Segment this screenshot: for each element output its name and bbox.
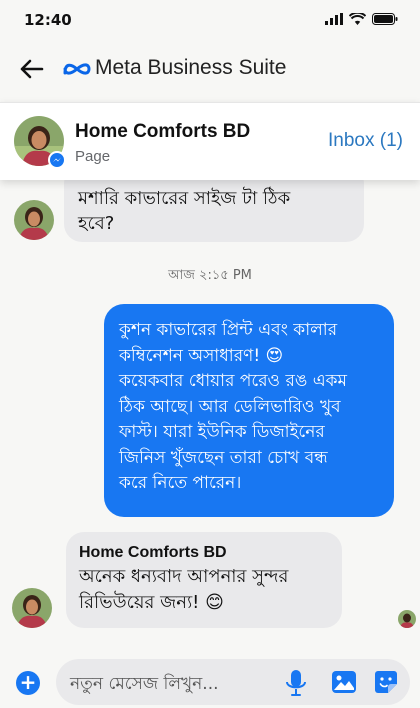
page-type: Page [75,148,111,165]
page-name[interactable]: Home Comforts BD [75,121,250,143]
sticker-icon[interactable] [374,670,398,694]
conversation-header: Home Comforts BD Page Inbox (1) [0,102,420,180]
meta-logo-icon [63,63,91,75]
message-input-placeholder: নতুন মেসেজ লিখুন... [70,674,219,694]
message-line: হবে? [78,213,115,234]
outgoing-message-bubble[interactable]: কুশন কাভারের প্রিন্ট এবং কালার কম্বিনেশন… [104,304,394,517]
message-timestamp: আজ ২:১৫ PM [168,268,252,283]
messenger-badge-icon [48,151,66,169]
battery-icon [372,13,398,25]
composer-bar: + নতুন মেসেজ লিখুন... [0,652,420,708]
message-line: কয়েকবার ধোয়ার পরেও রঙ একম [119,371,347,391]
status-icons [325,13,398,25]
message-input[interactable]: নতুন মেসেজ লিখুন... [56,659,410,705]
message-line: ঠিক আছে। আর ডেলিভারিও খুব [119,396,341,417]
app-title: Meta Business Suite [95,56,287,79]
signal-icon [325,13,343,25]
plus-icon[interactable]: + [16,671,40,695]
inbox-link[interactable]: Inbox (1) [328,130,403,152]
message-line: জিনিস খুঁজছেন তারা চোখ বন্ধ [119,447,328,468]
message-line: রিভিউয়ের জন্য! 😊 [79,592,224,613]
chat-area[interactable]: মশারি কাভারের সাইজ টা ঠিক হবে? আজ ২:১৫ P… [0,180,420,652]
message-line: করে নিতে পারেন। [119,473,242,493]
message-line: অনেক ধন্যবাদ আপনার সুন্দর [79,566,289,587]
app-header: Meta Business Suite [0,40,420,100]
reply-message-bubble[interactable]: Home Comforts BD অনেক ধন্যবাদ আপনার সুন্… [66,532,342,628]
wifi-icon [349,13,366,25]
message-line: কুশন কাভারের প্রিন্ট এবং কালার [119,320,338,340]
message-line: মশারি কাভারের সাইজ টা ঠিক [78,188,291,209]
incoming-message-bubble[interactable]: মশারি কাভারের সাইজ টা ঠিক হবে? [64,180,364,242]
sender-avatar [14,200,54,240]
microphone-icon[interactable] [284,669,308,697]
message-line: ফাস্ট। যারা ইউনিক ডিজাইনের [119,422,325,442]
photo-icon[interactable] [331,670,357,694]
status-time: 12:40 [24,11,72,29]
message-line: কম্বিনেশন অসাধারণ! 😍 [119,345,284,366]
reply-sender-name: Home Comforts BD [79,544,227,561]
back-arrow-icon[interactable] [18,56,44,82]
status-bar: 12:40 [0,0,420,40]
page-reply-avatar [12,588,52,628]
seen-receipt-avatar [398,610,416,628]
